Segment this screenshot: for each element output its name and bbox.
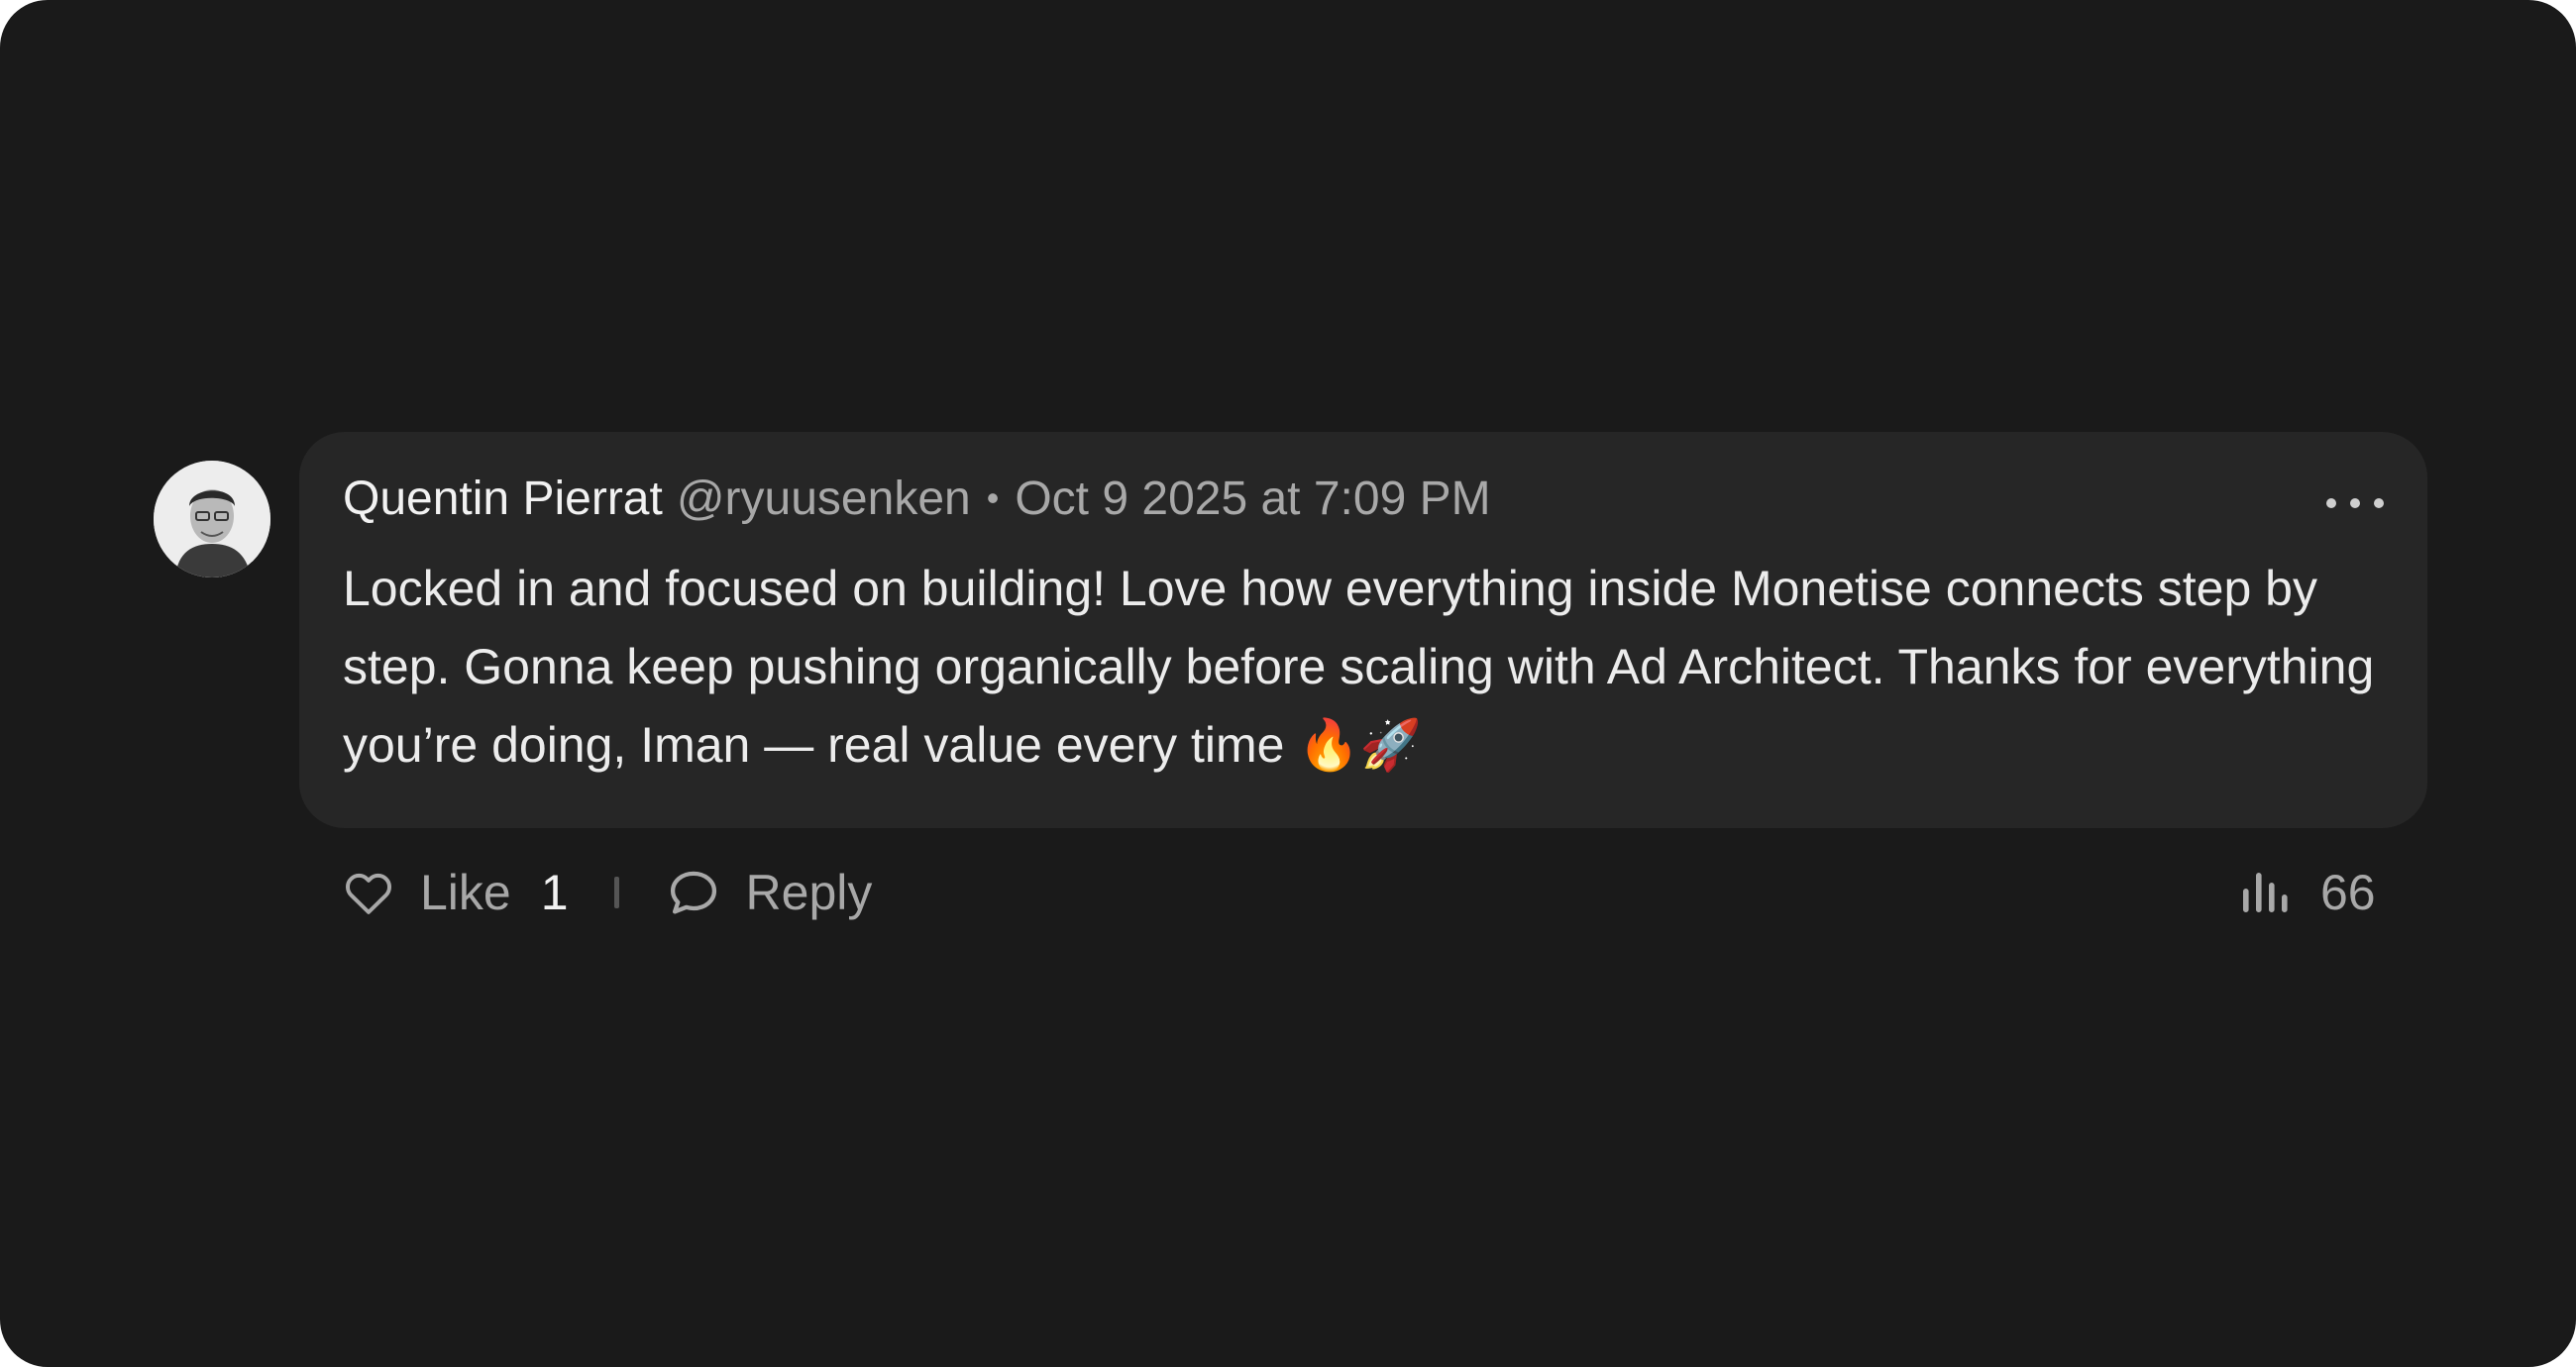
chat-bubble-icon [670,871,716,914]
action-divider [613,877,619,908]
avatar-photo [154,461,270,578]
comment-actions: Like 1 Reply [343,858,872,927]
more-horizontal-icon [2326,498,2336,508]
more-options-button[interactable] [2326,483,2384,523]
reply-button[interactable]: Reply [667,864,873,921]
header-separator: • [986,477,1000,518]
more-horizontal-icon-dot [2374,498,2384,508]
comment-timestamp: Oct 9 2025 at 7:09 PM [1015,472,1491,525]
avatar[interactable] [154,461,270,578]
like-count: 1 [540,865,569,920]
views-count: 66 [2320,865,2376,920]
reply-label: Reply [745,865,873,920]
comment-card: Quentin Pierrat @ryuusenken • Oct 9 2025… [0,0,2576,1367]
like-label: Like [420,865,511,920]
author-name[interactable]: Quentin Pierrat [343,472,663,526]
comment-header: Quentin Pierrat @ryuusenken • Oct 9 2025… [343,464,1491,533]
author-handle[interactable]: @ryuusenken [677,472,971,526]
more-horizontal-icon-dot [2350,498,2360,508]
bar-chart-icon [2243,873,2288,912]
comment-text: Locked in and focused on building! Love … [343,561,2375,773]
views-counter: 66 [2241,858,2376,927]
heart-outline-icon [346,873,391,914]
like-button[interactable]: Like 1 [343,864,569,921]
